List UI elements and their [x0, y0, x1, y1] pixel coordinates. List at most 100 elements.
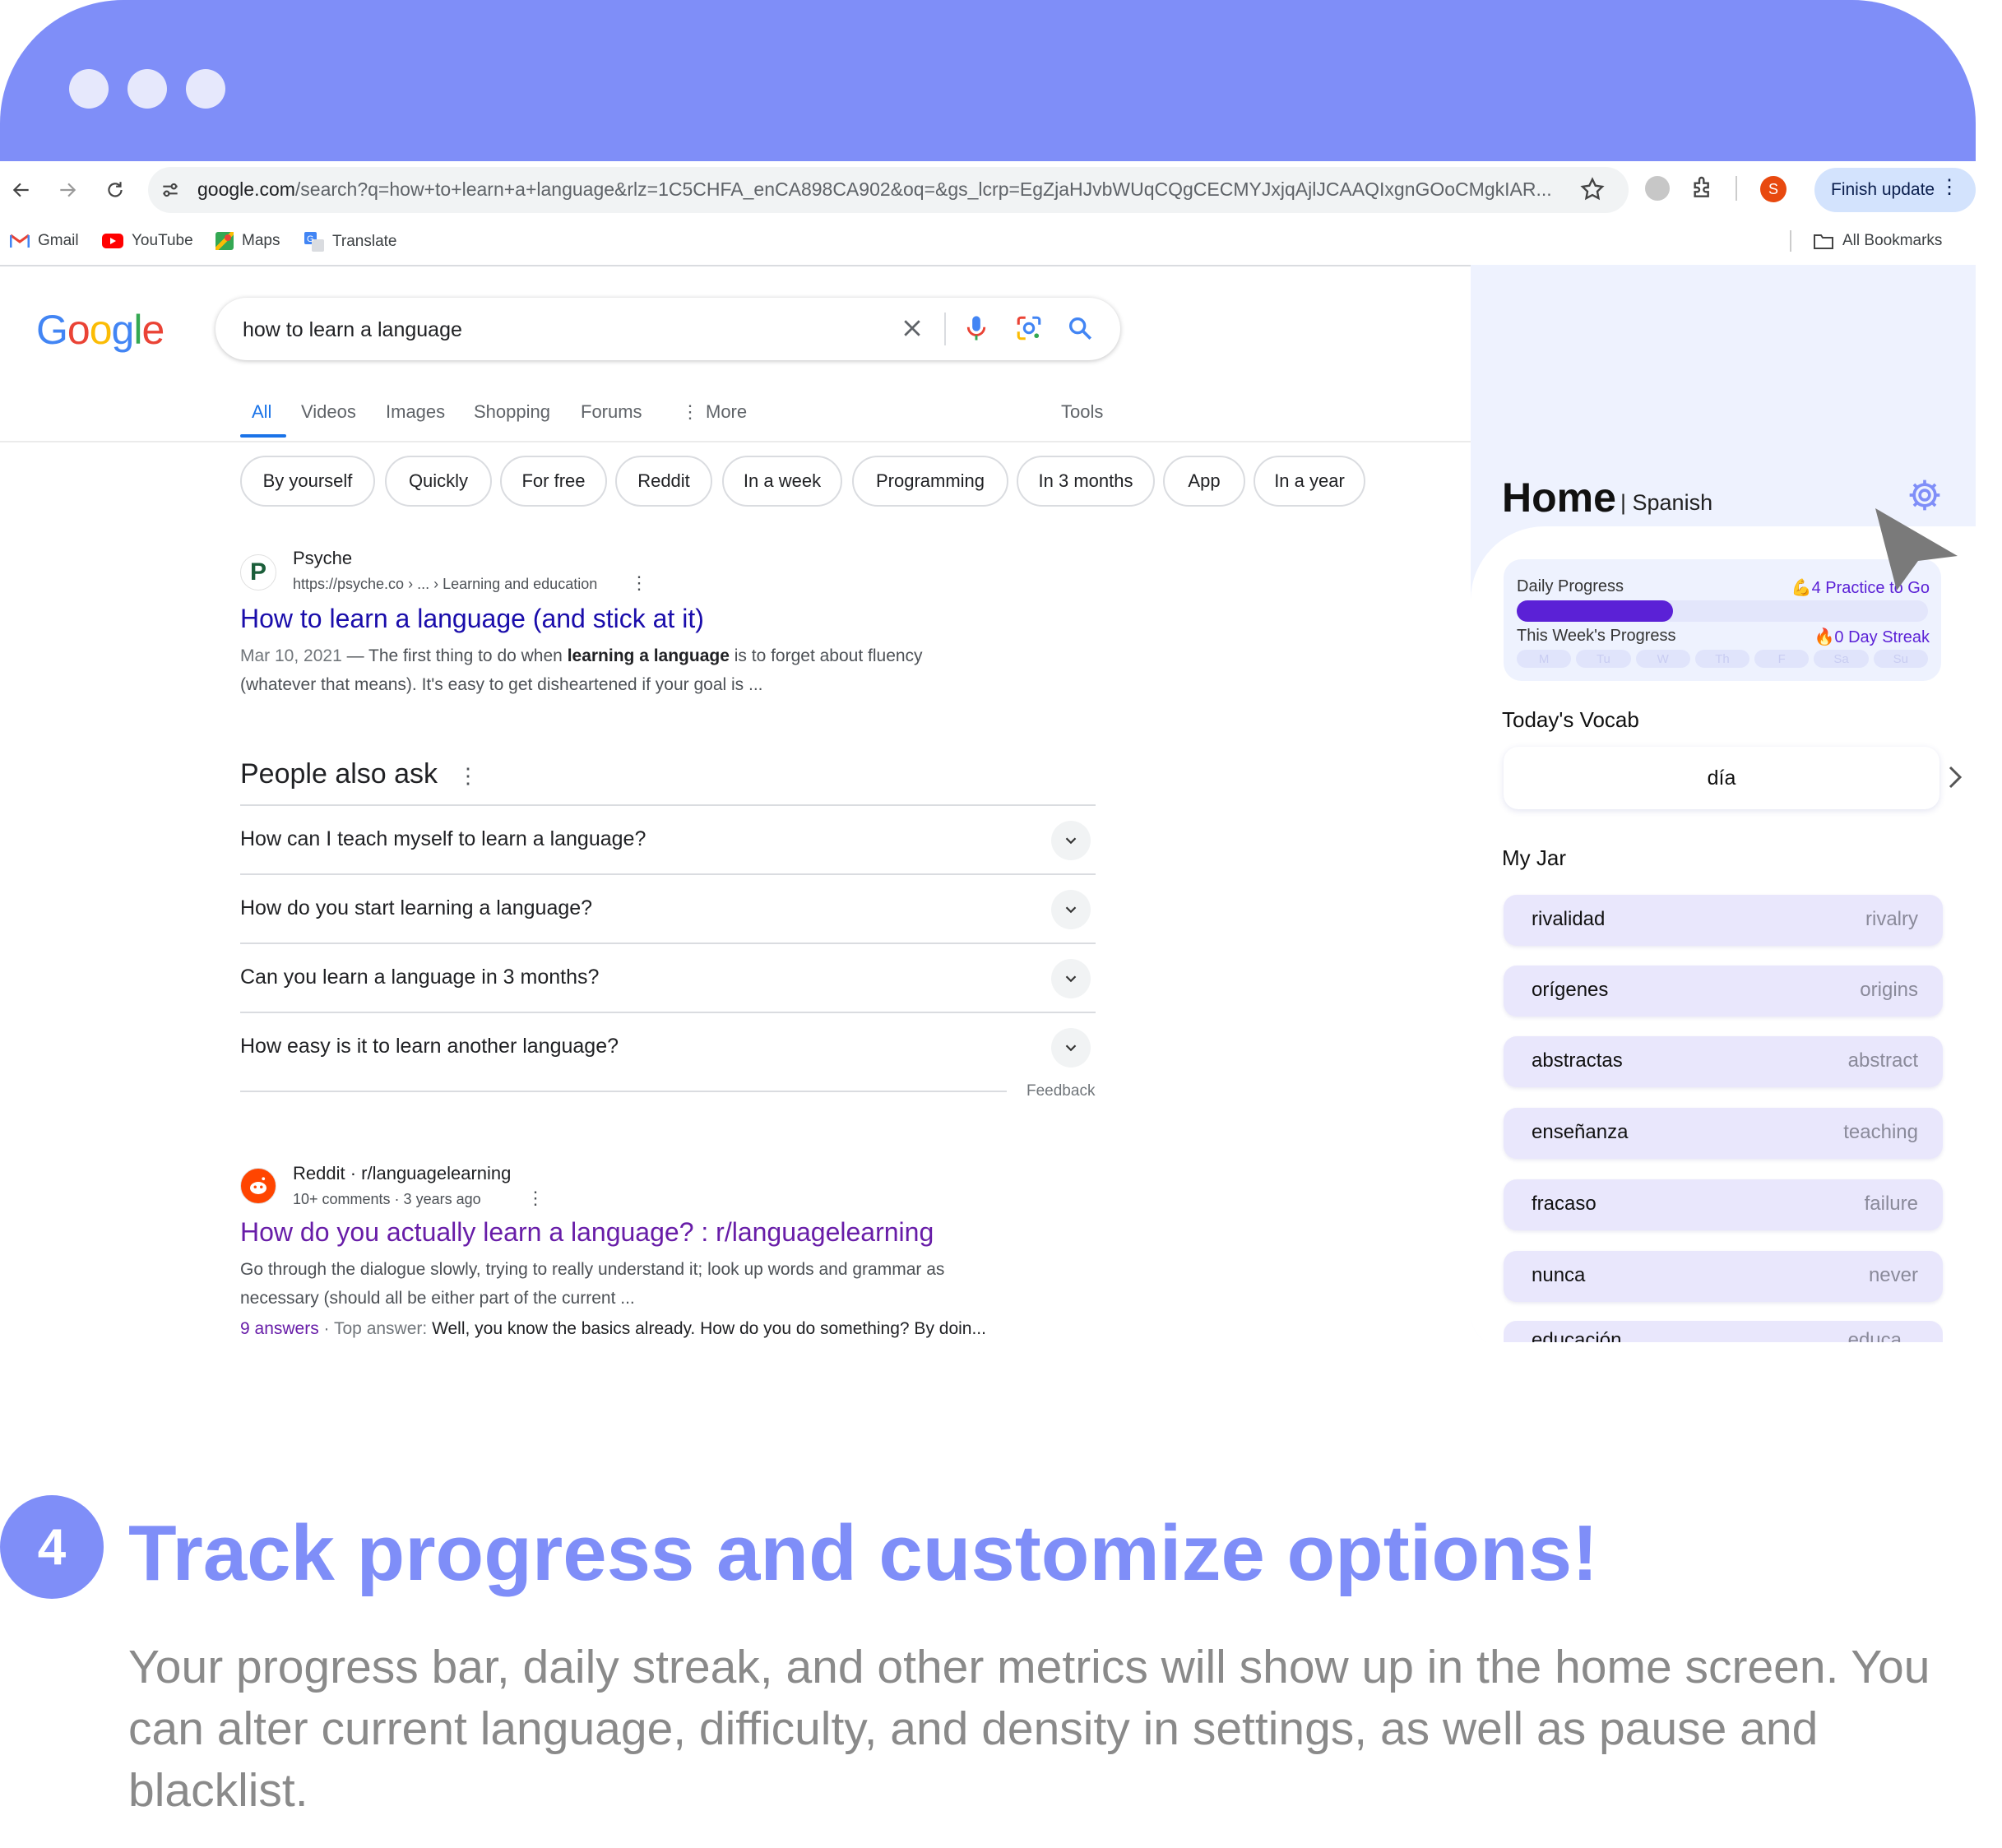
- extension-icon[interactable]: [1645, 176, 1670, 201]
- day-pill: Th: [1694, 650, 1750, 668]
- search-icon[interactable]: [1066, 314, 1094, 346]
- jar-item[interactable]: abstractas abstract: [1504, 1036, 1943, 1087]
- snippet-text: (whatever that means). It's easy to get …: [240, 675, 763, 694]
- jar-item[interactable]: orígenes origins: [1504, 966, 1943, 1017]
- feedback-link[interactable]: Feedback: [1026, 1082, 1095, 1100]
- paa-question[interactable]: Can you learn a language in 3 months?: [240, 966, 599, 989]
- bookmark-label: Gmail: [38, 232, 79, 249]
- logo-letter: G: [36, 307, 68, 353]
- answers-link[interactable]: 9 answers: [240, 1319, 319, 1338]
- paa-divider: [240, 1091, 1007, 1092]
- paa-question[interactable]: How can I teach myself to learn a langua…: [240, 827, 646, 851]
- top-answer-label: · Top answer:: [318, 1319, 433, 1338]
- jar-word: rivalidad: [1532, 908, 1606, 930]
- toolbar-divider: [1736, 176, 1737, 201]
- tab-forums[interactable]: Forums: [581, 401, 642, 423]
- bookmark-translate[interactable]: G Translate: [304, 232, 397, 252]
- result-url[interactable]: https://psyche.co › ... › Learning and e…: [293, 576, 597, 593]
- browser-titlebar: [0, 0, 1976, 161]
- forward-button[interactable]: [53, 175, 82, 205]
- result-title-link[interactable]: How to learn a language (and stick at it…: [240, 604, 704, 634]
- jar-item[interactable]: enseñanza teaching: [1504, 1108, 1943, 1159]
- finish-update-label: Finish update: [1831, 180, 1935, 199]
- jar-word: abstractas: [1532, 1049, 1623, 1072]
- result-title-link[interactable]: How do you actually learn a language? : …: [240, 1217, 934, 1248]
- paa-question[interactable]: How do you start learning a language?: [240, 896, 592, 920]
- bookmark-maps[interactable]: Maps: [215, 232, 280, 250]
- chevron-down-icon[interactable]: [1051, 1028, 1091, 1068]
- all-bookmarks-button[interactable]: All Bookmarks: [1813, 232, 1942, 250]
- tab-images[interactable]: Images: [386, 401, 445, 423]
- finish-update-button[interactable]: Finish update ⋮: [1814, 168, 1976, 212]
- reload-button[interactable]: [100, 175, 130, 205]
- tab-all[interactable]: All: [252, 401, 271, 423]
- folder-icon: [1814, 234, 1833, 249]
- jar-word: nunca: [1532, 1264, 1586, 1286]
- day-pill: W: [1635, 650, 1690, 668]
- vocab-card[interactable]: día: [1504, 747, 1939, 809]
- chip-in-a-week[interactable]: In a week: [722, 456, 842, 507]
- chip-programming[interactable]: Programming: [852, 456, 1008, 507]
- window-control-minimize[interactable]: [127, 69, 167, 109]
- chip-in-a-year[interactable]: In a year: [1254, 456, 1365, 507]
- result-snippet: Mar 10, 2021 — The first thing to do whe…: [240, 641, 1063, 699]
- gmail-icon: [10, 234, 30, 248]
- day-pill: Sa: [1814, 650, 1869, 668]
- panel-title: Home: [1502, 475, 1616, 521]
- more-vert-icon: ⋮: [681, 401, 699, 422]
- tab-videos[interactable]: Videos: [301, 401, 356, 423]
- snippet-bold: learning a language: [567, 646, 730, 665]
- chevron-down-icon[interactable]: [1051, 890, 1091, 929]
- chevron-down-icon[interactable]: [1051, 821, 1091, 860]
- svg-text:G: G: [307, 234, 314, 244]
- tab-shopping[interactable]: Shopping: [474, 401, 550, 423]
- bookmark-gmail[interactable]: Gmail: [10, 232, 79, 250]
- puzzle-icon[interactable]: [1689, 174, 1716, 205]
- result-site-name[interactable]: Reddit · r/languagelearning: [293, 1163, 511, 1184]
- jar-item[interactable]: rivalidad rivalry: [1504, 895, 1943, 946]
- result-site-name[interactable]: Psyche: [293, 548, 352, 569]
- feature-description: Your progress bar, daily streak, and oth…: [128, 1641, 1930, 1817]
- bookmark-youtube[interactable]: YouTube: [102, 232, 193, 250]
- jar-word: fracaso: [1532, 1193, 1597, 1215]
- paa-divider: [240, 804, 1096, 806]
- star-icon[interactable]: [1579, 176, 1606, 206]
- paa-question[interactable]: How easy is it to learn another language…: [240, 1035, 619, 1058]
- result-options-icon[interactable]: ⋮: [526, 1188, 545, 1209]
- clear-search-icon[interactable]: [900, 316, 925, 345]
- day-pill: F: [1754, 650, 1810, 668]
- window-control-close[interactable]: [69, 69, 109, 109]
- google-logo[interactable]: Google: [36, 306, 165, 354]
- chip-quickly[interactable]: Quickly: [385, 456, 492, 507]
- site-settings-icon[interactable]: [160, 179, 181, 205]
- chip-in-3-months[interactable]: In 3 months: [1017, 456, 1155, 507]
- arrow-left-icon: [12, 183, 29, 197]
- bookmark-label: Maps: [242, 232, 280, 249]
- url-text: google.com/search?q=how+to+learn+a+langu…: [197, 178, 1552, 200]
- chip-by-yourself[interactable]: By yourself: [240, 456, 375, 507]
- search-input[interactable]: how to learn a language: [243, 318, 462, 342]
- chevron-down-icon[interactable]: [1051, 959, 1091, 998]
- tools-button[interactable]: Tools: [1061, 401, 1103, 423]
- chip-for-free[interactable]: For free: [500, 456, 607, 507]
- chip-app[interactable]: App: [1163, 456, 1245, 507]
- result-options-icon[interactable]: ⋮: [630, 572, 648, 594]
- reddit-icon: [250, 1177, 266, 1194]
- chip-reddit[interactable]: Reddit: [615, 456, 712, 507]
- window-control-maximize[interactable]: [186, 69, 225, 109]
- result-snippet: Go through the dialogue slowly, trying t…: [240, 1255, 1063, 1313]
- jar-translation: failure: [1864, 1193, 1918, 1215]
- microphone-icon[interactable]: [964, 314, 989, 346]
- jar-translation: origins: [1860, 979, 1918, 1001]
- jar-item[interactable]: fracaso failure: [1504, 1179, 1943, 1230]
- tab-more[interactable]: ⋮ More: [681, 401, 747, 423]
- paa-options-icon[interactable]: ⋮: [457, 763, 479, 789]
- back-button[interactable]: [7, 175, 36, 205]
- google-lens-icon[interactable]: [1015, 314, 1043, 346]
- profile-avatar[interactable]: S: [1760, 176, 1787, 202]
- step-badge: 4: [0, 1495, 104, 1599]
- chevron-right-icon[interactable]: [1946, 765, 1964, 796]
- feature-headline: Track progress and customize options!: [128, 1509, 1599, 1597]
- daily-progress-fill: [1517, 600, 1673, 622]
- jar-item[interactable]: nunca never: [1504, 1251, 1943, 1302]
